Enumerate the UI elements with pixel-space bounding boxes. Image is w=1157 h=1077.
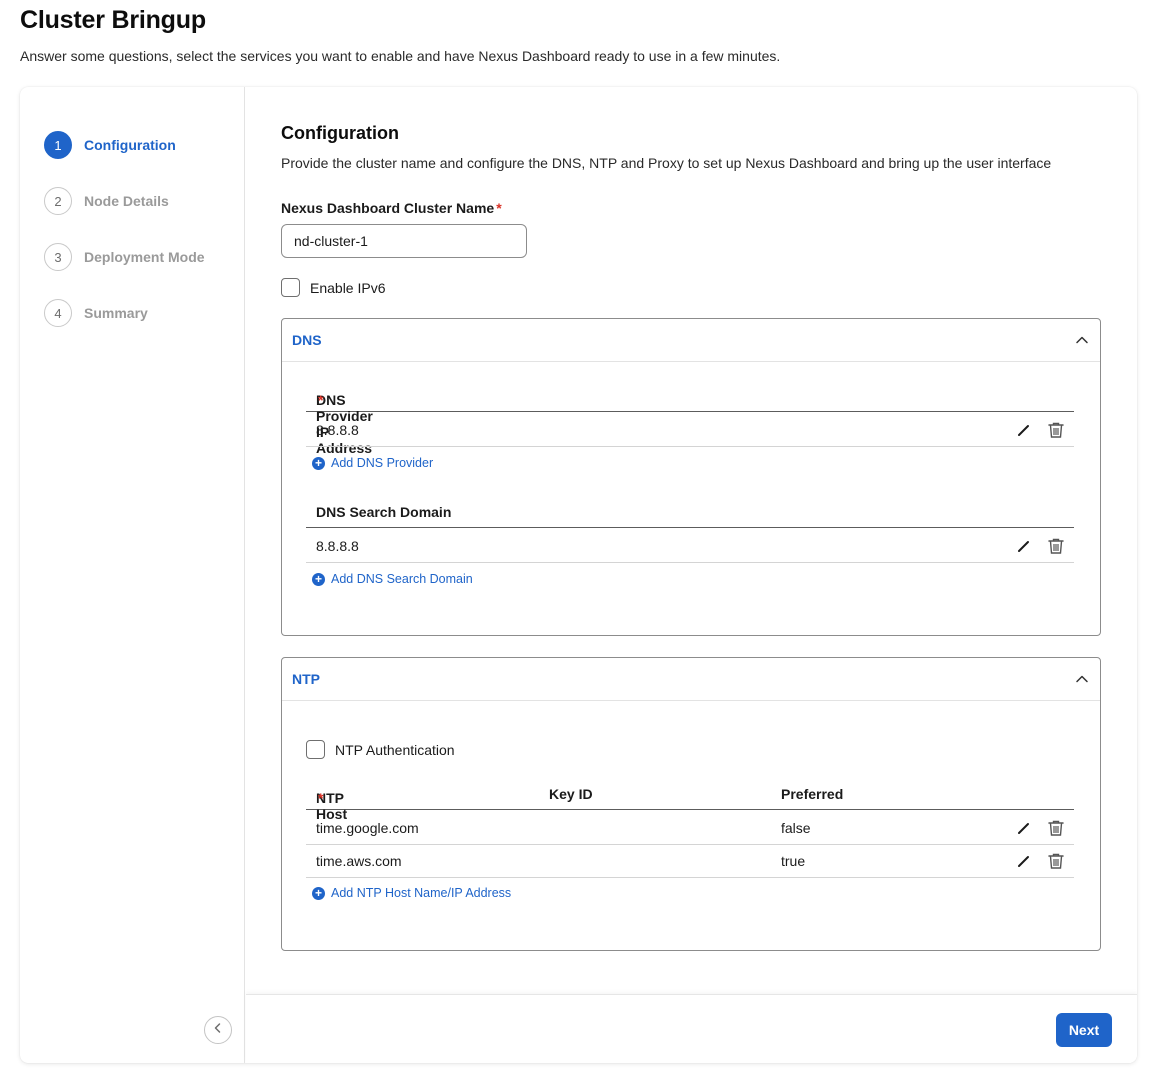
key-id-column-header: Key ID — [549, 786, 593, 802]
chevron-up-icon[interactable] — [1074, 332, 1090, 348]
bringup-card: 1 Configuration 2 Node Details 3 Deploym… — [20, 87, 1137, 1063]
preferred-cell: false — [781, 820, 811, 836]
dns-search-domain-value: 8.8.8.8 — [316, 538, 359, 554]
ntp-host-cell: time.aws.com — [316, 853, 402, 869]
step-label: Node Details — [84, 193, 169, 209]
plus-circle-icon: + — [312, 886, 325, 900]
table-row: 8.8.8.8 — [306, 414, 1074, 447]
ntp-table-header: NTP Host * Key ID Preferred — [306, 782, 1074, 822]
step-deployment-mode[interactable]: 3 Deployment Mode — [44, 243, 205, 271]
cluster-name-label: Nexus Dashboard Cluster Name * — [281, 200, 502, 216]
page-title: Cluster Bringup — [20, 6, 206, 34]
collapse-sidebar-button[interactable] — [204, 1016, 232, 1044]
wizard-footer: Next — [246, 994, 1137, 1063]
required-mark: * — [496, 200, 502, 216]
ntp-host-cell: time.google.com — [316, 820, 419, 836]
pencil-icon[interactable] — [1014, 536, 1034, 556]
step-number: 1 — [44, 131, 72, 159]
cluster-name-label-text: Nexus Dashboard Cluster Name — [281, 200, 495, 216]
preferred-column-header: Preferred — [781, 786, 844, 802]
add-dns-provider-label: Add DNS Provider — [331, 456, 434, 470]
step-number: 4 — [44, 299, 72, 327]
table-row: time.aws.com true — [306, 845, 1074, 878]
plus-circle-icon: + — [312, 572, 325, 586]
pencil-icon[interactable] — [1014, 818, 1034, 838]
step-summary[interactable]: 4 Summary — [44, 299, 148, 327]
trash-icon[interactable] — [1046, 536, 1066, 556]
add-dns-search-domain-label: Add DNS Search Domain — [331, 572, 473, 586]
pencil-icon[interactable] — [1014, 851, 1034, 871]
add-dns-search-domain-link[interactable]: + Add DNS Search Domain — [312, 572, 473, 586]
step-label: Configuration — [84, 137, 176, 153]
chevron-left-icon — [212, 1021, 224, 1039]
pencil-icon[interactable] — [1014, 420, 1034, 440]
stepper-sidebar: 1 Configuration 2 Node Details 3 Deploym… — [20, 87, 245, 1063]
preferred-cell: true — [781, 853, 806, 869]
ntp-panel: NTP NTP Authentication NTP Host * Key ID … — [281, 657, 1101, 951]
dns-panel: DNS DNS Provider IP Address * 8.8.8.8 + … — [281, 318, 1101, 636]
step-configuration[interactable]: 1 Configuration — [44, 131, 176, 159]
cluster-name-input[interactable] — [281, 224, 527, 258]
dns-panel-title: DNS — [292, 332, 322, 348]
section-title: Configuration — [281, 123, 399, 143]
main-content: Configuration Provide the cluster name a… — [246, 87, 1137, 1063]
required-mark: * — [318, 392, 324, 408]
dns-search-domain-header: DNS Search Domain — [306, 500, 1074, 528]
required-mark: * — [318, 790, 324, 806]
ntp-panel-header[interactable]: NTP — [282, 658, 1100, 701]
trash-icon[interactable] — [1046, 818, 1066, 838]
table-row: 8.8.8.8 — [306, 530, 1074, 563]
ntp-authentication-label: NTP Authentication — [335, 741, 455, 758]
ntp-panel-title: NTP — [292, 671, 320, 687]
dns-panel-header[interactable]: DNS — [282, 319, 1100, 362]
next-button[interactable]: Next — [1056, 1013, 1112, 1047]
ntp-authentication-checkbox[interactable] — [306, 740, 325, 759]
add-ntp-host-label: Add NTP Host Name/IP Address — [331, 886, 512, 900]
section-description: Provide the cluster name and configure t… — [281, 155, 1052, 171]
add-dns-provider-link[interactable]: + Add DNS Provider — [312, 456, 433, 470]
enable-ipv6-label: Enable IPv6 — [310, 279, 386, 296]
ntp-authentication-checkbox-row[interactable]: NTP Authentication — [306, 740, 455, 759]
trash-icon[interactable] — [1046, 851, 1066, 871]
step-label: Deployment Mode — [84, 249, 205, 265]
add-ntp-host-link[interactable]: + Add NTP Host Name/IP Address — [312, 886, 511, 900]
chevron-up-icon[interactable] — [1074, 671, 1090, 687]
plus-circle-icon: + — [312, 456, 325, 470]
dns-search-domain-header-text: DNS Search Domain — [316, 504, 452, 520]
enable-ipv6-checkbox-row[interactable]: Enable IPv6 — [281, 278, 386, 297]
trash-icon[interactable] — [1046, 420, 1066, 440]
step-number: 3 — [44, 243, 72, 271]
step-node-details[interactable]: 2 Node Details — [44, 187, 169, 215]
page-subtitle: Answer some questions, select the servic… — [20, 48, 781, 64]
dns-provider-header: DNS Provider IP Address * — [306, 384, 1074, 456]
step-number: 2 — [44, 187, 72, 215]
step-label: Summary — [84, 305, 148, 321]
table-row: time.google.com false — [306, 812, 1074, 845]
enable-ipv6-checkbox[interactable] — [281, 278, 300, 297]
dns-provider-value: 8.8.8.8 — [316, 422, 359, 438]
